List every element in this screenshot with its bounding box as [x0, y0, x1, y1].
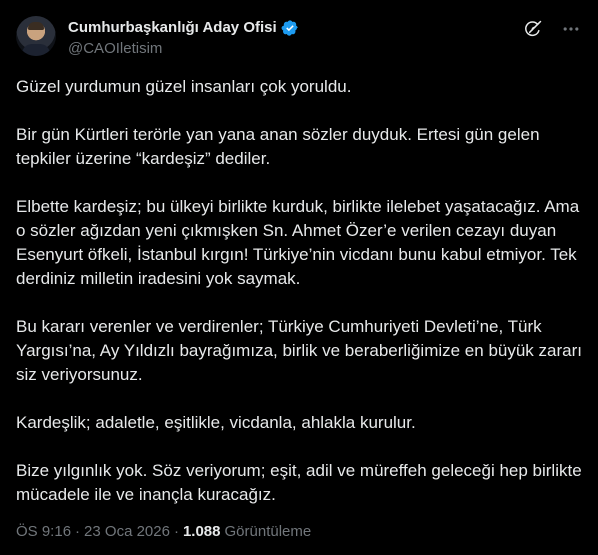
- meta-separator: ·: [75, 523, 81, 540]
- avatar[interactable]: [16, 16, 56, 56]
- post-paragraph: Elbette kardeşiz; bu ülkeyi birlikte kur…: [16, 197, 580, 288]
- post-paragraph: Bize yılgınlık yok. Söz veriyorum; eşit,…: [16, 461, 582, 504]
- avatar-suit: [22, 44, 50, 56]
- post: Cumhurbaşkanlığı Aday Ofisi @CAOIletisim: [0, 0, 598, 555]
- views-count[interactable]: 1.088: [183, 522, 221, 542]
- display-name[interactable]: Cumhurbaşkanlığı Aday Ofisi: [68, 18, 277, 38]
- header-actions: [522, 18, 582, 40]
- post-date[interactable]: 23 Oca 2026: [84, 522, 170, 542]
- views-label[interactable]: Görüntüleme: [225, 522, 312, 542]
- avatar-hair: [28, 22, 44, 30]
- author-names: Cumhurbaşkanlığı Aday Ofisi @CAOIletisim: [68, 18, 299, 59]
- more-icon[interactable]: [560, 18, 582, 40]
- post-text: Güzel yurdumun güzel insanları çok yorul…: [16, 75, 582, 507]
- post-paragraph: Kardeşlik; adaletle, eşitlikle, vicdanla…: [16, 413, 416, 432]
- post-paragraph: Bu kararı verenler ve verdirenler; Türki…: [16, 317, 582, 384]
- display-name-row: Cumhurbaşkanlığı Aday Ofisi: [68, 18, 299, 38]
- handle[interactable]: @CAOIletisim: [68, 39, 299, 59]
- grok-icon[interactable]: [522, 18, 544, 40]
- verified-badge-icon[interactable]: [281, 19, 299, 37]
- post-time[interactable]: ÖS 9:16: [16, 522, 71, 542]
- meta-separator: ·: [173, 523, 179, 540]
- post-header: Cumhurbaşkanlığı Aday Ofisi @CAOIletisim: [16, 12, 582, 62]
- post-meta: ÖS 9:16 · 23 Oca 2026 · 1.088 Görüntülem…: [16, 522, 311, 542]
- post-paragraph: Güzel yurdumun güzel insanları çok yorul…: [16, 77, 352, 96]
- post-paragraph: Bir gün Kürtleri terörle yan yana anan s…: [16, 125, 540, 168]
